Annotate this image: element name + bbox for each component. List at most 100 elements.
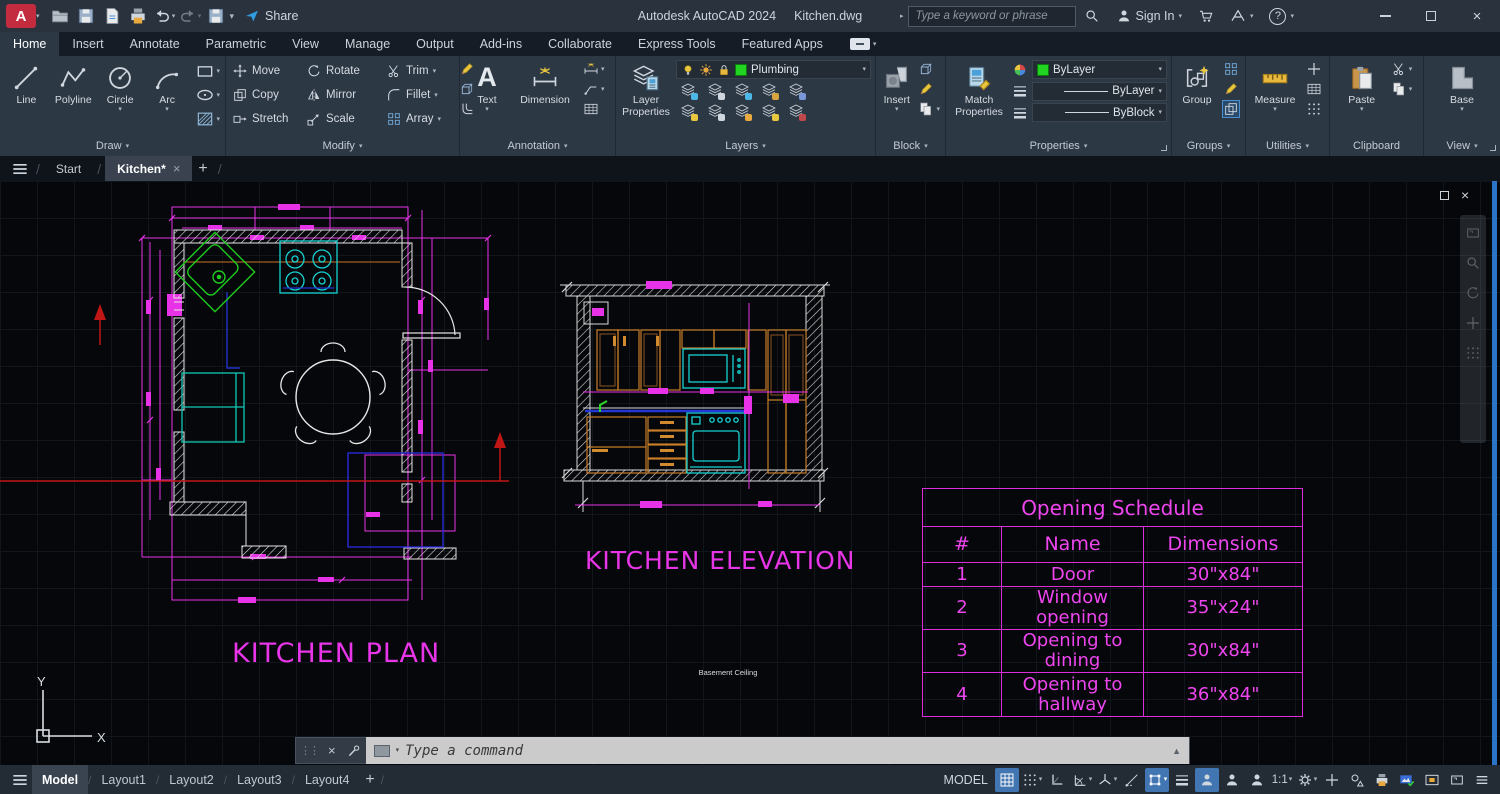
view-launcher[interactable] — [1490, 145, 1496, 151]
isodraft-toggle[interactable]: ▾ — [1095, 768, 1119, 792]
linetype-icon[interactable] — [1012, 105, 1028, 121]
isolate-objects-button[interactable] — [1345, 768, 1369, 792]
drawing-canvas[interactable]: Opening Schedule # Name Dimensions 1 Doo… — [0, 181, 1500, 794]
paste-button[interactable]: Paste▾ — [1340, 59, 1384, 136]
layer-dropdown[interactable]: Plumbing ▾ — [676, 60, 871, 79]
snap-toggle[interactable]: ▾ — [1020, 768, 1044, 792]
minimize-button[interactable] — [1362, 1, 1408, 31]
array-button[interactable]: Array▾ — [386, 111, 456, 127]
base-view-button[interactable]: Base▾ — [1439, 59, 1485, 136]
id-point-button[interactable] — [1306, 101, 1322, 117]
maximize-button[interactable] — [1408, 1, 1454, 31]
file-tab-close-icon[interactable]: × — [173, 161, 181, 176]
measure-button[interactable]: Measure▾ — [1250, 59, 1300, 136]
hatch-button[interactable]: ▾ — [195, 109, 221, 129]
tab-featured-apps[interactable]: Featured Apps — [729, 32, 836, 56]
redo-button[interactable]: ▾ — [178, 4, 202, 28]
annotation-visibility-toggle[interactable] — [1195, 768, 1219, 792]
line-button[interactable]: Line — [4, 59, 49, 136]
layer-lock-icon[interactable] — [717, 63, 731, 77]
panel-label-view[interactable]: View▾ — [1424, 136, 1500, 156]
ungroup-button[interactable] — [1223, 61, 1239, 77]
annotation-scale-icon[interactable] — [1245, 768, 1269, 792]
layer-off-button[interactable] — [788, 103, 806, 121]
store-button[interactable] — [1190, 8, 1222, 24]
tab-addins[interactable]: Add-ins — [467, 32, 535, 56]
circle-button[interactable]: Circle▾ — [98, 59, 143, 136]
copy-clip-button[interactable]: ▾ — [1391, 81, 1413, 97]
panel-label-utilities[interactable]: Utilities▾ — [1246, 136, 1329, 156]
dimension-button[interactable]: Dimension — [514, 59, 576, 136]
panel-label-groups[interactable]: Groups▾ — [1172, 136, 1245, 156]
new-drawing-button[interactable]: + — [198, 160, 207, 178]
layer-make-current-button[interactable] — [707, 103, 725, 121]
layout-tab-layout1[interactable]: Layout1 — [91, 765, 155, 794]
help-button[interactable]: ?▾ — [1261, 8, 1302, 25]
file-tabs-menu-button[interactable] — [8, 157, 32, 181]
recent-commands-icon[interactable] — [374, 745, 390, 757]
qat-customize-caret[interactable]: ▾ — [230, 14, 235, 19]
tab-annotate[interactable]: Annotate — [117, 32, 193, 56]
tab-collaborate[interactable]: Collaborate — [535, 32, 625, 56]
close-button[interactable]: × — [1454, 1, 1500, 31]
object-color-dropdown[interactable]: ByLayer▾ — [1032, 60, 1167, 79]
scale-button[interactable]: Scale — [306, 111, 386, 127]
undo-button[interactable]: ▾ — [152, 4, 176, 28]
panel-label-draw[interactable]: Draw▾ — [0, 136, 225, 156]
dimension-style-button[interactable]: ▾ — [583, 61, 605, 77]
polyline-button[interactable]: Polyline — [51, 59, 96, 136]
panel-label-clipboard[interactable]: Clipboard — [1330, 136, 1423, 156]
panel-label-modify[interactable]: Modify▾ — [226, 136, 459, 156]
search-input[interactable]: Type a keyword or phrase — [908, 6, 1076, 27]
layer-freeze-button[interactable] — [734, 82, 752, 100]
search-history-caret[interactable]: ▸ — [900, 14, 904, 19]
command-line-customize-button[interactable] — [342, 739, 366, 763]
table-button[interactable] — [583, 101, 605, 117]
customization-button[interactable] — [1470, 768, 1494, 792]
share-button[interactable]: Share — [244, 8, 298, 24]
match-properties-button[interactable]: Match Properties — [950, 59, 1008, 136]
layer-properties-button[interactable]: Layer Properties — [620, 59, 672, 136]
model-space-button[interactable]: MODEL — [944, 773, 988, 787]
panel-label-layers[interactable]: Layers▾ — [616, 136, 875, 156]
create-block-button[interactable] — [918, 61, 940, 77]
layer-match-button[interactable] — [788, 82, 806, 100]
drawing-restore-button[interactable] — [1440, 191, 1449, 200]
object-snap-tracking-toggle[interactable] — [1120, 768, 1144, 792]
cut-button[interactable]: ▾ — [1391, 61, 1413, 77]
drawing-close-button[interactable]: × — [1461, 187, 1469, 203]
arc-button[interactable]: Arc▾ — [145, 59, 190, 136]
file-tab-kitchen[interactable]: Kitchen*× — [105, 156, 192, 181]
edit-block-button[interactable] — [918, 81, 940, 97]
rectangle-button[interactable]: ▾ — [195, 61, 221, 81]
edit-attributes-button[interactable]: ▾ — [918, 101, 940, 117]
insert-block-button[interactable]: Insert▾ — [880, 59, 913, 136]
tab-view[interactable]: View — [279, 32, 332, 56]
linetype-dropdown[interactable]: ByBlock▾ — [1032, 103, 1167, 122]
annotation-monitor-button[interactable] — [1320, 768, 1344, 792]
layer-on-icon[interactable] — [681, 63, 695, 77]
tab-manage[interactable]: Manage — [332, 32, 403, 56]
lineweight-dropdown[interactable]: ByLayer▾ — [1032, 82, 1167, 101]
lineweight-toggle[interactable] — [1170, 768, 1194, 792]
autoscale-toggle[interactable] — [1220, 768, 1244, 792]
navigation-bar[interactable] — [1460, 215, 1486, 443]
ellipse-button[interactable]: ▾ — [195, 85, 221, 105]
tab-express-tools[interactable]: Express Tools — [625, 32, 729, 56]
layer-on-button[interactable] — [680, 103, 698, 121]
panel-label-block[interactable]: Block▾ — [876, 136, 945, 156]
object-snap-toggle[interactable]: ▾ — [1145, 768, 1169, 792]
color-wheel-icon[interactable] — [1012, 62, 1028, 78]
qsave-button[interactable] — [204, 4, 228, 28]
app-menu-caret[interactable]: ▾ — [36, 14, 40, 19]
rotate-button[interactable]: Rotate — [306, 63, 386, 79]
panel-label-properties[interactable]: Properties▾ — [946, 136, 1171, 156]
copy-button[interactable]: Copy — [232, 87, 306, 103]
properties-launcher[interactable] — [1161, 145, 1167, 151]
layer-isolate-button[interactable] — [680, 82, 698, 100]
layout-menu-button[interactable] — [8, 768, 32, 792]
new-layout-button[interactable]: + — [365, 771, 374, 789]
quick-select-button[interactable] — [1306, 61, 1322, 77]
group-selection-toggle[interactable] — [1223, 101, 1239, 117]
tab-home[interactable]: Home — [0, 32, 59, 56]
